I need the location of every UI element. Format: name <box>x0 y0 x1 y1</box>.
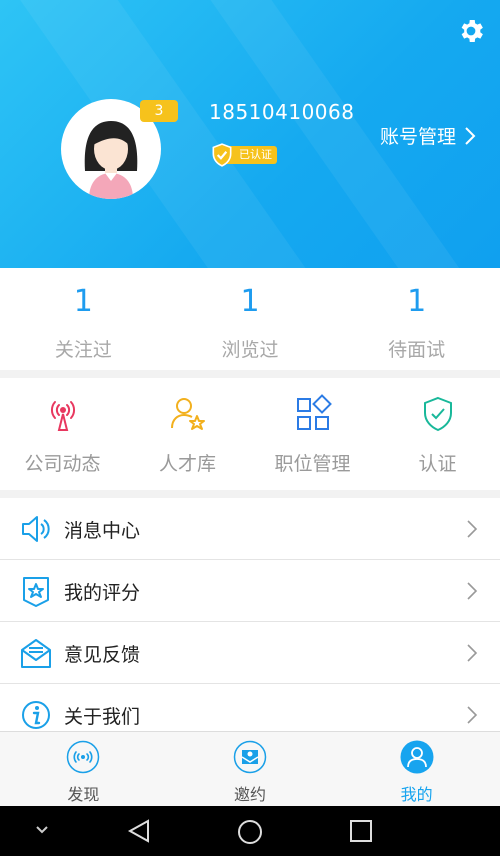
shield-check-icon <box>423 396 452 432</box>
recents-icon[interactable] <box>348 818 374 844</box>
quick-certification[interactable]: 认证 <box>375 378 500 490</box>
bottom-tab-bar: 发现 邀约 我的 <box>0 731 500 806</box>
chevron-right-icon <box>467 582 478 600</box>
quick-label: 公司动态 <box>24 453 101 475</box>
chevron-right-icon <box>465 126 476 145</box>
stat-value: 1 <box>407 284 427 319</box>
tab-invite[interactable]: 邀约 <box>167 732 334 806</box>
broadcast-icon <box>50 401 75 431</box>
menu-label: 关于我们 <box>64 706 141 728</box>
tab-discover[interactable]: 发现 <box>0 732 167 806</box>
quick-label: 职位管理 <box>274 453 351 475</box>
discover-icon <box>67 740 100 774</box>
stat-pending-interview[interactable]: 1 待面试 <box>333 268 500 370</box>
settings-menu: 消息中心 我的评分 意见反馈 关于我们 <box>0 498 500 746</box>
stat-label: 浏览过 <box>221 339 279 361</box>
envelope-icon <box>21 639 51 668</box>
quick-company-news[interactable]: 公司动态 <box>0 378 125 490</box>
chevron-down-icon[interactable] <box>34 824 50 836</box>
quick-actions: 公司动态 人才库 职位管理 认证 <box>0 378 500 490</box>
info-icon <box>22 701 50 729</box>
stat-viewed[interactable]: 1 浏览过 <box>167 268 334 370</box>
star-badge-icon <box>23 577 49 607</box>
user-phone: 18510410068 <box>209 100 355 124</box>
menu-my-rating[interactable]: 我的评分 <box>0 560 500 622</box>
stats-bar: 1 关注过 1 浏览过 1 待面试 <box>0 268 500 370</box>
stat-label: 关注过 <box>54 339 112 361</box>
quick-label: 认证 <box>418 453 457 475</box>
account-management-label: 账号管理 <box>380 126 457 148</box>
system-navigation-bar <box>0 806 500 856</box>
invite-icon <box>233 740 267 774</box>
gear-icon[interactable] <box>456 16 486 46</box>
menu-label: 意见反馈 <box>64 644 141 666</box>
stat-label: 待面试 <box>388 339 446 361</box>
quick-label: 人才库 <box>158 453 216 475</box>
menu-message-center[interactable]: 消息中心 <box>0 498 500 560</box>
verified-badge: 已认证 <box>209 142 277 168</box>
account-management-link[interactable]: 账号管理 <box>380 122 476 149</box>
speaker-icon <box>22 516 50 542</box>
tab-profile[interactable]: 我的 <box>333 732 500 806</box>
profile-header: 3 18510410068 已认证 账号管理 <box>0 0 500 268</box>
grid-icon <box>296 394 332 430</box>
back-icon[interactable] <box>126 818 152 844</box>
quick-position-management[interactable]: 职位管理 <box>250 378 375 490</box>
stat-value: 1 <box>73 284 93 319</box>
level-badge: 3 <box>140 100 178 122</box>
chevron-right-icon <box>467 520 478 538</box>
home-icon[interactable] <box>236 818 264 846</box>
tab-label: 我的 <box>400 785 433 804</box>
talent-icon <box>170 398 205 430</box>
menu-label: 消息中心 <box>64 520 141 542</box>
chevron-right-icon <box>467 644 478 662</box>
verified-shield-icon <box>212 143 232 167</box>
tab-label: 发现 <box>67 785 100 804</box>
stat-value: 1 <box>240 284 260 319</box>
tab-label: 邀约 <box>234 785 267 804</box>
quick-talent-pool[interactable]: 人才库 <box>125 378 250 490</box>
chevron-right-icon <box>467 706 478 724</box>
stat-followed[interactable]: 1 关注过 <box>0 268 167 370</box>
menu-label: 我的评分 <box>64 582 141 604</box>
profile-icon <box>400 740 434 774</box>
menu-feedback[interactable]: 意见反馈 <box>0 622 500 684</box>
